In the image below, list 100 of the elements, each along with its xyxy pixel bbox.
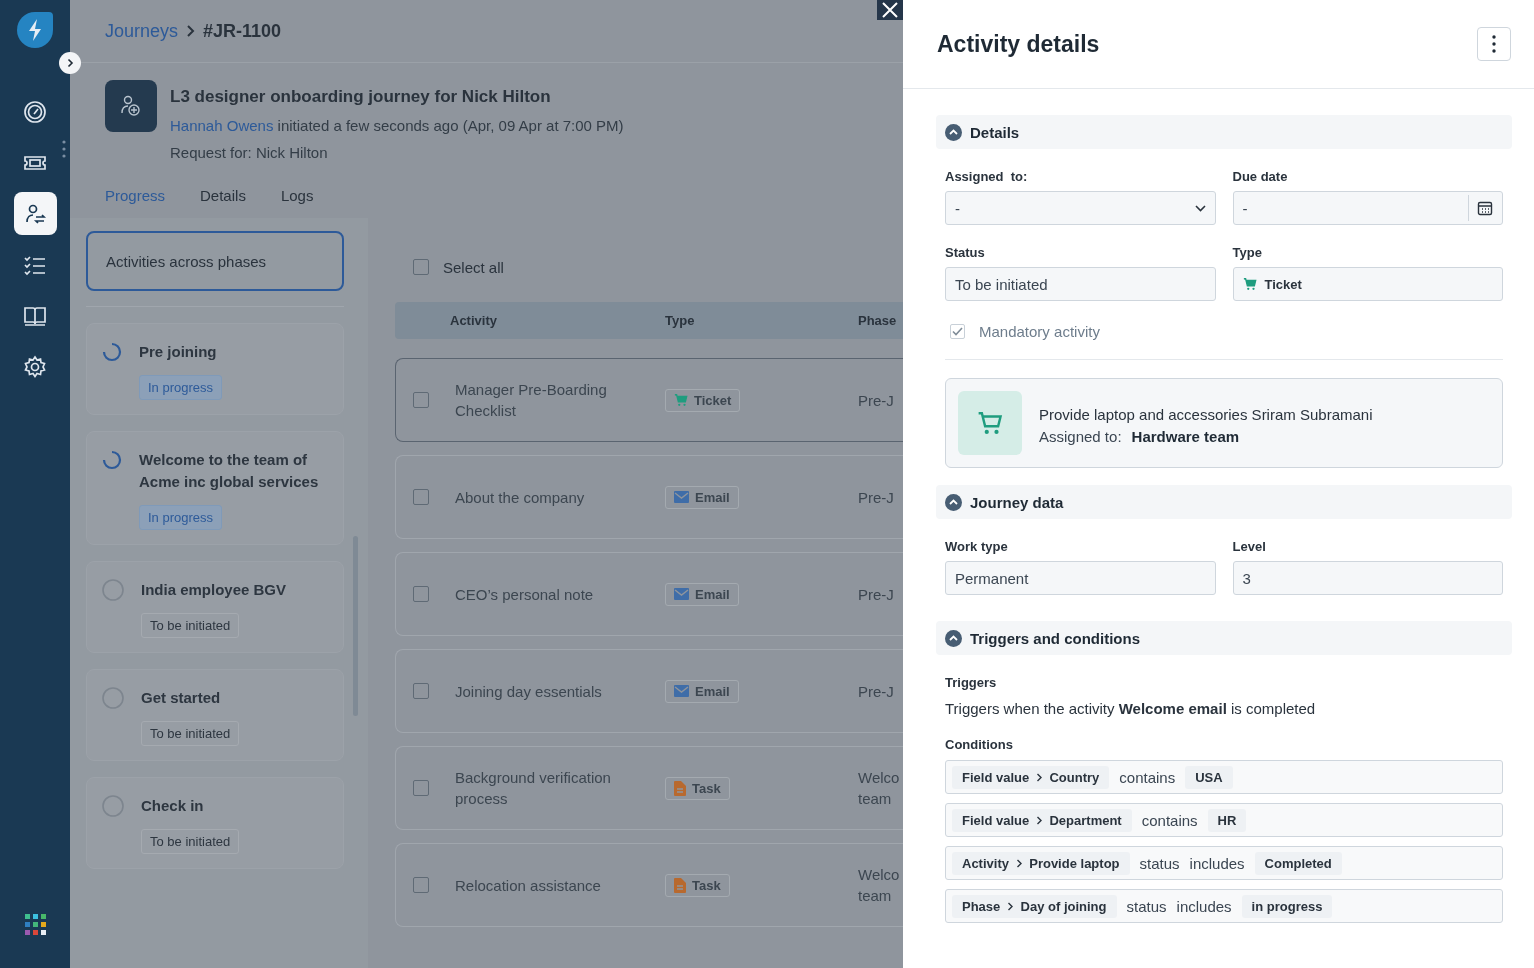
phase-cell-text: Welco team xyxy=(858,865,901,906)
tab[interactable]: Logs xyxy=(280,183,314,207)
envelope-icon xyxy=(674,588,689,600)
phase-card[interactable]: Get started To be initiated xyxy=(86,669,344,761)
calendar-icon xyxy=(1477,200,1493,216)
more-icon xyxy=(62,140,66,158)
field-label: Assigned to: xyxy=(945,169,1029,184)
condition-operator: contains xyxy=(1141,811,1198,829)
due-date-field[interactable]: - xyxy=(1232,191,1503,225)
row-checkbox[interactable] xyxy=(413,586,429,602)
field-label: Status xyxy=(945,245,986,260)
envelope-icon xyxy=(674,491,689,503)
activity-row[interactable]: Relocation assistance Task Welco team xyxy=(395,843,903,927)
input-field[interactable]: 3 xyxy=(1232,561,1503,595)
activity-row[interactable]: Manager Pre-Boarding Checklist Ticket Pre-J xyxy=(395,358,903,442)
mandatory-label: Mandatory activity xyxy=(979,323,1100,340)
input-field[interactable]: Permanent xyxy=(945,561,1216,595)
type-tag: Task xyxy=(665,873,730,897)
triggers-label: Triggers xyxy=(945,675,998,690)
row-checkbox[interactable] xyxy=(413,683,429,699)
status-badge: To be initiated xyxy=(141,613,240,638)
details-section-header[interactable]: Details xyxy=(936,115,1512,149)
status-badge: To be initiated xyxy=(141,721,240,746)
field-label: Level xyxy=(1232,539,1267,554)
chevron-right-icon xyxy=(65,58,75,68)
condition-operator: status xyxy=(1126,897,1167,915)
journey-avatar xyxy=(105,80,157,132)
envelope-icon xyxy=(674,685,689,697)
cart-icon xyxy=(977,410,1003,436)
condition-source: Phase Day of joining xyxy=(952,894,1117,918)
type-field[interactable]: Ticket xyxy=(1232,267,1503,301)
activity-name: Background verification process xyxy=(455,768,612,809)
initiated-text: Hannah Owens initiated a few seconds ago (Apr, 09 Apr at 7:00 PM) xyxy=(170,117,624,134)
app-logo[interactable] xyxy=(17,12,53,48)
chevron-right-icon xyxy=(1006,901,1014,911)
activity-row[interactable]: Background verification process Task Welco team xyxy=(395,746,903,830)
journey-title: L3 designer onboarding journey for Nick Hilton xyxy=(170,87,552,107)
phase-cell-text: Pre-J xyxy=(858,487,895,508)
phase-cell-text: Pre-J xyxy=(858,584,895,605)
spinner-icon xyxy=(102,342,122,362)
phase-name: Get started xyxy=(141,688,222,708)
trigger-description: Triggers when the activity Welcome email is completed xyxy=(945,700,1317,717)
close-button[interactable] xyxy=(877,0,903,20)
expand-sidebar-button[interactable] xyxy=(59,52,81,74)
type-tag: Ticket xyxy=(665,388,741,412)
mandatory-checkbox[interactable] xyxy=(950,324,965,339)
collapse-icon xyxy=(945,629,962,647)
linked-activity-title: Provide laptop and accessories Sriram Subramani xyxy=(1039,404,1373,425)
phase-name: Check in xyxy=(141,796,205,816)
drawer-title: Activity details xyxy=(937,30,1100,58)
initiator-link[interactable]: Hannah Owens xyxy=(170,117,274,134)
phase-name: Welcome to the team of Acme inc global services xyxy=(139,450,320,492)
status-badge: In progress xyxy=(139,505,223,530)
phase-card[interactable]: Welcome to the team of Acme inc global services In progress xyxy=(86,431,344,545)
phase-name: Pre joining xyxy=(139,342,218,362)
kebab-icon xyxy=(1492,35,1496,53)
status-badge: In progress xyxy=(139,375,223,400)
select-all-checkbox[interactable] xyxy=(413,259,429,275)
phase-card[interactable]: Check in To be initiated xyxy=(86,777,344,869)
linked-activity-card[interactable]: Provide laptop and accessories Sriram Subramani Assigned to: Hardware team xyxy=(945,378,1503,468)
phase-card[interactable]: Pre joining In progress xyxy=(86,323,344,415)
phase-cell-text: Pre-J xyxy=(858,390,895,411)
tab[interactable]: Details xyxy=(200,183,246,207)
column-header: Phase xyxy=(858,313,898,328)
conditions-label: Conditions xyxy=(945,737,1014,752)
phase-cell-text: Pre-J xyxy=(858,681,895,702)
row-checkbox[interactable] xyxy=(413,392,429,408)
row-checkbox[interactable] xyxy=(413,489,429,505)
assigned-label: Assigned to: xyxy=(1039,427,1122,445)
triggers-section-header[interactable]: Triggers and conditions xyxy=(936,621,1512,655)
status-field[interactable]: To be initiated xyxy=(945,267,1216,301)
journey-data-section-header[interactable]: Journey data xyxy=(936,485,1512,519)
activities-across-phases-button[interactable]: Activities across phases xyxy=(86,231,344,291)
select-all-label: Select all xyxy=(443,258,504,276)
condition-operator: contains xyxy=(1119,768,1176,786)
tab[interactable]: Progress xyxy=(105,183,166,207)
condition-source: Field value Country xyxy=(952,765,1110,789)
apps-grid-icon[interactable] xyxy=(25,914,47,936)
chevron-right-icon xyxy=(1035,815,1043,825)
nav-button[interactable] xyxy=(13,192,57,235)
phase-name: India employee BGV xyxy=(141,580,287,600)
activity-name: Joining day essentials xyxy=(455,681,603,702)
request-for-text: Request for: Nick Hilton xyxy=(170,144,329,161)
breadcrumb-link[interactable]: Journeys xyxy=(105,20,179,42)
type-tag: Task xyxy=(665,776,730,800)
empty-circle-icon xyxy=(102,579,124,601)
row-checkbox[interactable] xyxy=(413,780,429,796)
row-checkbox[interactable] xyxy=(413,877,429,893)
assigned-team: Hardware team xyxy=(1131,427,1240,445)
more-options-button[interactable] xyxy=(1477,27,1511,61)
gauge-icon xyxy=(23,99,47,124)
condition-source: Activity Provide laptop xyxy=(952,851,1130,875)
chevron-right-icon xyxy=(1015,858,1023,868)
type-tag: Email xyxy=(665,485,739,509)
phase-card[interactable]: India employee BGV To be initiated xyxy=(86,561,344,653)
phase-cell-text: Welco team xyxy=(858,768,901,809)
field-label: Due date xyxy=(1232,169,1289,184)
collapse-icon xyxy=(945,493,962,511)
activity-name: About the company xyxy=(455,487,586,508)
assignee-dropdown[interactable]: - xyxy=(945,191,1216,225)
